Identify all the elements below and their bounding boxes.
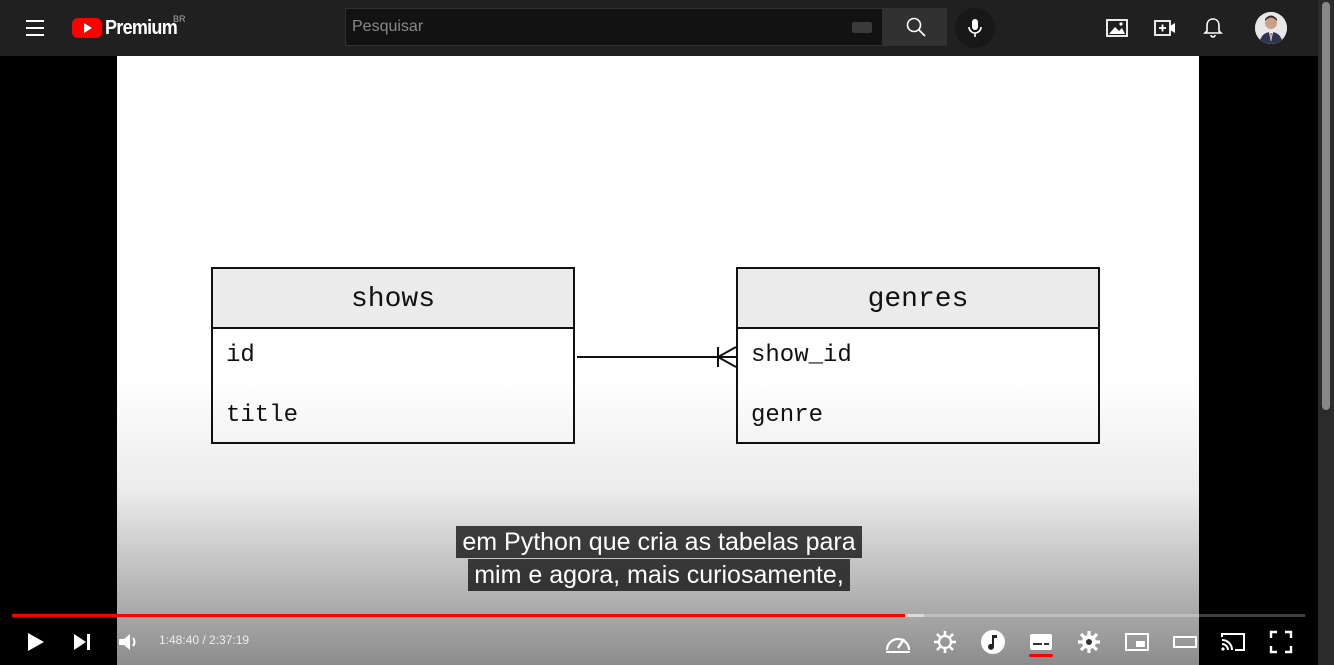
voice-search-button[interactable]: [955, 8, 995, 48]
notifications-icon[interactable]: [1201, 16, 1225, 40]
quality-icon[interactable]: [931, 628, 959, 656]
search-input[interactable]: [346, 9, 846, 45]
playback-speed-icon[interactable]: [883, 628, 913, 656]
create-icon[interactable]: [1153, 16, 1177, 40]
scrollbar-thumb[interactable]: [1322, 2, 1330, 410]
volume-icon[interactable]: [115, 628, 143, 656]
play-icon[interactable]: [21, 628, 49, 656]
subtitles-active-indicator: [1029, 654, 1053, 657]
youtube-logo[interactable]: Premium BR: [72, 14, 186, 42]
cast-icon[interactable]: [1219, 628, 1247, 656]
search-icon: [906, 17, 926, 37]
music-icon[interactable]: [979, 628, 1007, 656]
table-title: shows: [213, 269, 573, 329]
video-player[interactable]: shows id title genres show_id genre em P…: [0, 56, 1318, 665]
er-table-shows: shows id title: [211, 267, 575, 444]
settings-icon[interactable]: [1075, 628, 1103, 656]
caption-line-2: mim e agora, mais curiosamente,: [0, 559, 1318, 591]
avatar[interactable]: [1255, 12, 1287, 44]
er-table-genres: genres show_id genre: [736, 267, 1100, 444]
image-icon[interactable]: [1105, 16, 1129, 40]
time-display: 1:48:40 / 2:37:19: [159, 633, 250, 647]
next-icon[interactable]: [68, 628, 96, 656]
fullscreen-icon[interactable]: [1267, 628, 1295, 656]
logo-text: Premium: [105, 16, 178, 39]
mic-icon: [968, 19, 982, 37]
table-field: id: [226, 342, 255, 369]
keyboard-icon[interactable]: [852, 22, 872, 33]
masthead: Premium BR: [0, 0, 1318, 56]
search-box: [345, 8, 883, 46]
youtube-logo-icon: [72, 18, 102, 38]
menu-icon[interactable]: [18, 14, 54, 42]
table-title: genres: [738, 269, 1098, 329]
table-field: show_id: [751, 342, 852, 369]
table-field: genre: [751, 402, 824, 429]
theater-mode-icon[interactable]: [1171, 628, 1199, 656]
country-code: BR: [173, 14, 186, 24]
table-field: title: [226, 402, 299, 429]
subtitles-icon[interactable]: [1027, 628, 1055, 656]
played-bar[interactable]: [12, 614, 905, 617]
search-button[interactable]: [883, 8, 947, 46]
miniplayer-icon[interactable]: [1123, 628, 1151, 656]
caption-line-1: em Python que cria as tabelas para: [0, 526, 1318, 558]
